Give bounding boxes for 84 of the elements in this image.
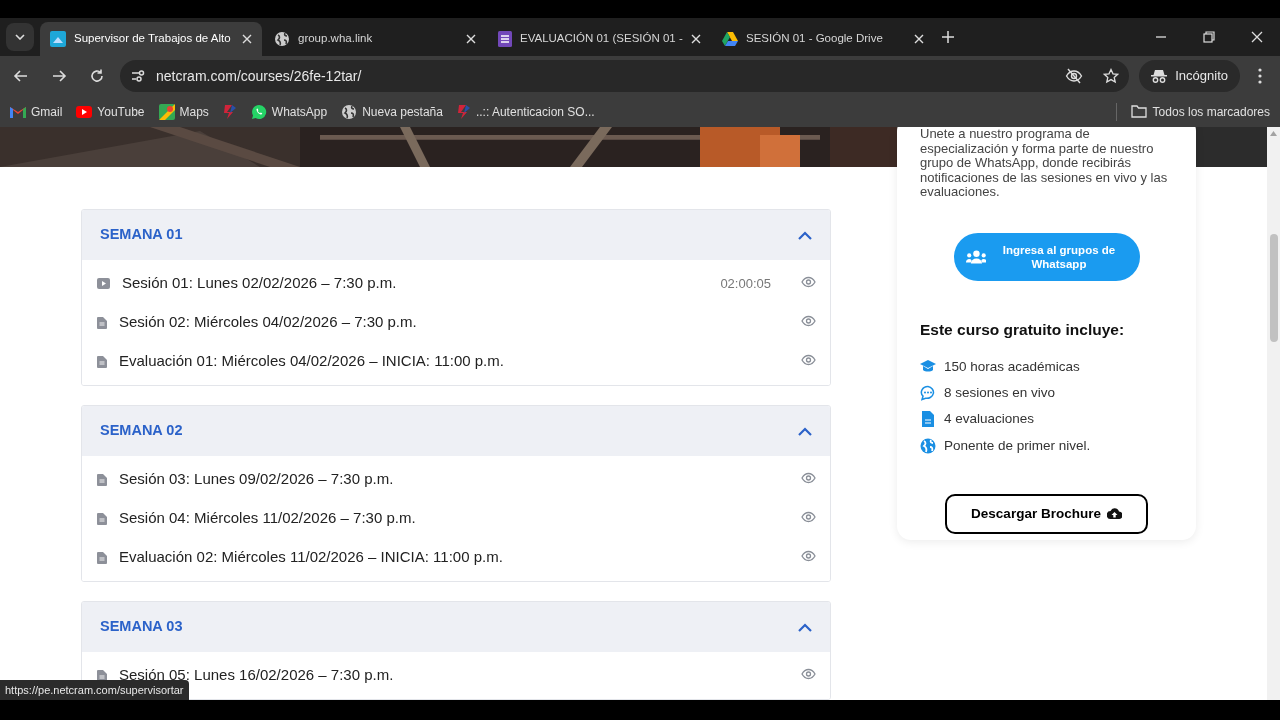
bookmark[interactable]: Gmail — [10, 102, 63, 121]
browser-tab[interactable]: Supervisor de Trabajos de Alto — [40, 22, 262, 56]
globe-icon — [274, 31, 290, 47]
document-icon — [97, 316, 107, 329]
map-pin-icon — [158, 103, 175, 120]
site-icon — [50, 31, 66, 47]
browser-tab[interactable]: group.wha.link — [264, 22, 486, 56]
close-icon[interactable] — [914, 34, 924, 44]
lesson-link[interactable]: Sesión 04: Miércoles 11/02/2026 – 7:30 p.m. — [119, 507, 789, 530]
chevron-down-icon — [15, 34, 25, 40]
document-icon — [97, 669, 107, 682]
close-icon[interactable] — [466, 34, 476, 44]
browser-tab[interactable]: EVALUACIÓN 01 (SESIÓN 01 - — [488, 22, 710, 56]
chevron-up-icon — [798, 622, 812, 632]
play-icon — [76, 105, 93, 118]
chat-icon — [920, 385, 936, 402]
bookmark[interactable]: Maps — [158, 102, 209, 121]
bookmark[interactable]: WhatsApp — [250, 102, 328, 121]
download-brochure-button[interactable]: Descargar Brochure — [945, 493, 1148, 534]
bookmark[interactable]: Nueva pestaña — [341, 102, 443, 121]
scrollbar[interactable] — [1267, 127, 1280, 700]
close-icon[interactable] — [690, 34, 701, 44]
site-settings-icon[interactable] — [130, 68, 146, 84]
mail-icon — [10, 105, 26, 118]
feature-text: 4 evaluaciones — [944, 410, 1035, 429]
play-icon — [97, 278, 110, 289]
shield-icon — [222, 103, 237, 120]
eye-icon[interactable] — [801, 275, 816, 288]
eye-icon[interactable] — [801, 510, 816, 523]
new-tab-icon[interactable] — [942, 31, 954, 43]
close-icon[interactable] — [242, 34, 252, 44]
bookmark[interactable]: ..:: Autenticacion SO... — [456, 102, 595, 121]
status-url-text: https://pe.netcram.com/supervisortar — [0, 680, 189, 700]
includes-heading: Este curso gratuito incluye: — [920, 319, 1126, 340]
feature-text: Ponente de primer nivel. — [944, 436, 1091, 455]
restore-icon[interactable] — [1203, 31, 1215, 43]
more-icon — [1258, 68, 1262, 84]
week-header[interactable]: SEMANA 02 — [82, 406, 830, 456]
week-header[interactable]: SEMANA 03 — [82, 602, 830, 652]
chevron-up-icon — [798, 426, 812, 436]
document-icon — [97, 355, 107, 368]
lesson-link[interactable]: Sesión 01: Lunes 02/02/2026 – 7:30 p.m. — [122, 272, 709, 295]
eye-icon[interactable] — [801, 471, 816, 484]
back-arrow-icon — [13, 68, 29, 84]
star-icon[interactable] — [1103, 68, 1120, 84]
close-icon[interactable] — [1251, 31, 1263, 43]
intro-text: Unete a nuestro programa de especialización y forma parte de nuestro grupo de WhatsApp, donde recibirás notificaciones de las sesiones en vivo y las evaluaciones. — [920, 127, 1169, 200]
form-icon — [498, 31, 512, 47]
lesson-link[interactable]: Sesión 02: Miércoles 04/02/2026 – 7:30 p.m. — [119, 311, 789, 334]
eye-icon[interactable] — [801, 549, 816, 562]
globe-icon — [341, 103, 358, 120]
folder-icon — [1130, 105, 1147, 118]
address-bar[interactable]: netcram.com/courses/26fe-12tar/ — [120, 60, 1130, 92]
duration-text: 02:00:05 — [720, 274, 771, 293]
bookmark[interactable]: YouTube — [76, 102, 145, 121]
incognito-icon — [1151, 69, 1168, 83]
document-icon — [920, 411, 936, 428]
lesson-link[interactable]: Evaluación 02: Miércoles 11/02/2026 – INICIA: 11:00 p.m. — [119, 546, 789, 569]
browser-tab[interactable]: SESIÓN 01 - Google Drive — [712, 22, 934, 56]
forward-arrow-icon — [51, 68, 67, 84]
all-bookmarks-button[interactable]: Todos los marcadores — [1130, 102, 1270, 121]
document-icon — [97, 512, 107, 525]
document-icon — [97, 551, 107, 564]
feature-text: 8 sesiones en vivo — [944, 384, 1056, 402]
shield-icon — [456, 103, 471, 120]
triangle-icon — [722, 32, 738, 46]
cloud-upload-icon — [1106, 508, 1122, 520]
chat-bubble-icon — [250, 103, 267, 120]
lesson-link[interactable]: Evaluación 01: Miércoles 04/02/2026 – INICIA: 11:00 p.m. — [119, 350, 789, 373]
chevron-up-icon — [798, 230, 812, 240]
eye-icon[interactable] — [801, 314, 816, 327]
reload-icon — [89, 68, 105, 84]
lesson-link[interactable]: Sesión 03: Lunes 09/02/2026 – 7:30 p.m. — [119, 468, 789, 491]
incognito-button[interactable]: Incógnito — [1139, 60, 1240, 92]
feature-text: 150 horas académicas — [944, 357, 1080, 376]
week-header[interactable]: SEMANA 01 — [82, 210, 830, 260]
eye-icon[interactable] — [801, 667, 816, 680]
globe-icon — [920, 437, 936, 454]
eye-off-icon[interactable] — [1065, 67, 1084, 85]
url-text: netcram.com/courses/26fe-12tar/ — [156, 66, 363, 86]
document-icon — [97, 473, 107, 486]
scrollbar-thumb[interactable] — [1269, 234, 1278, 342]
tab-search-button[interactable] — [6, 23, 34, 51]
eye-icon[interactable] — [801, 353, 816, 366]
